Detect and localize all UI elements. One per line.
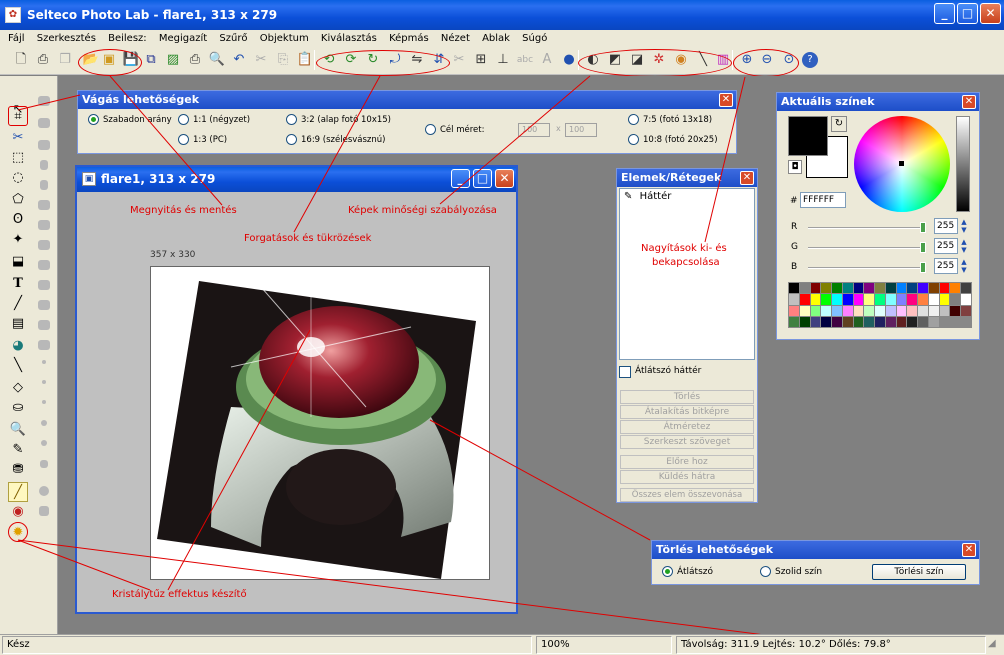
line-rotate bbox=[293, 75, 381, 233]
line-erase bbox=[429, 419, 651, 541]
line-crystal bbox=[17, 539, 151, 591]
resize-grip-icon[interactable]: ◢ bbox=[988, 638, 996, 649]
line-crop-panel bbox=[17, 94, 81, 111]
status-zoom: 100% bbox=[536, 636, 672, 654]
status-measure: Távolság: 311.9 Lejtés: 10.2° Dőlés: 79.… bbox=[676, 636, 986, 654]
annotation-lines bbox=[17, 75, 821, 643]
line-crystal-to-canvas bbox=[167, 329, 311, 591]
line-quality bbox=[439, 75, 591, 205]
line-open-save bbox=[109, 75, 223, 206]
line-crystal-status bbox=[17, 539, 821, 643]
line-zoom bbox=[704, 76, 746, 243]
status-ready: Kész bbox=[2, 636, 532, 654]
